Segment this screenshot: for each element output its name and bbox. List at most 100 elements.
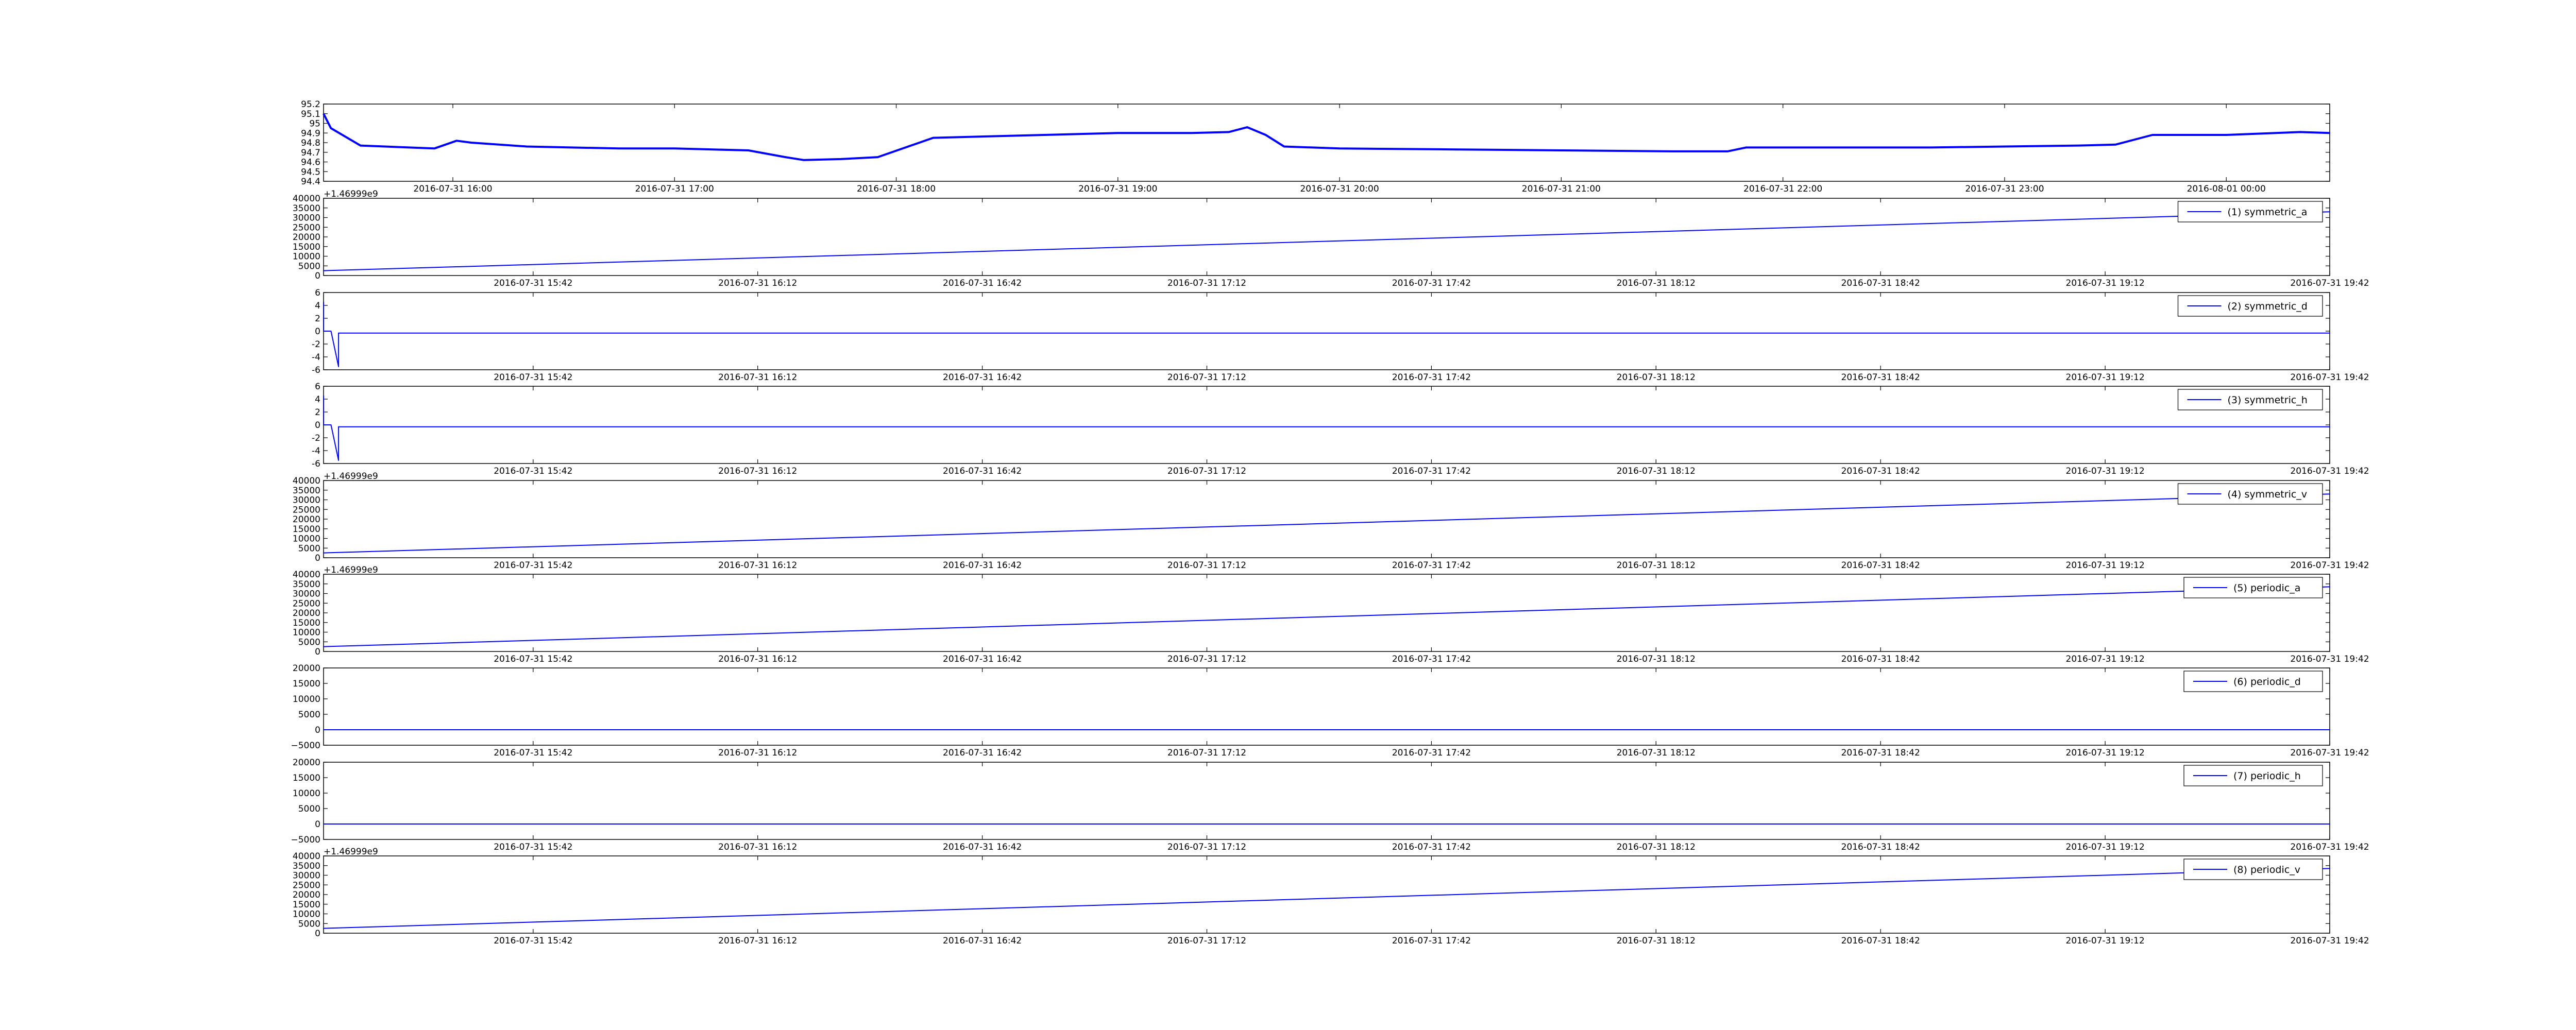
legend-label: (2) symmetric_d xyxy=(2228,301,2308,312)
series-line xyxy=(323,493,2330,554)
x-tick-label: 2016-07-31 16:12 xyxy=(718,560,797,571)
y-tick-label: 2 xyxy=(315,407,320,418)
x-tick-label: 2016-07-31 15:42 xyxy=(494,842,572,852)
legend: (8) periodic_v xyxy=(2183,859,2323,880)
x-tick-label: 2016-07-31 16:42 xyxy=(943,842,1022,852)
legend: (4) symmetric_v xyxy=(2177,483,2323,505)
x-tick-label: 2016-07-31 18:12 xyxy=(1617,466,1696,476)
y-tick-label: 4 xyxy=(315,394,320,405)
y-tick-label: 15000 xyxy=(293,618,320,628)
y-tick-label: 25000 xyxy=(293,505,320,515)
x-tick-label: 2016-07-31 17:12 xyxy=(1167,936,1246,946)
y-tick-label: 10000 xyxy=(293,788,320,799)
y-tick-label: 5000 xyxy=(298,710,320,720)
x-tick-label: 2016-07-31 18:42 xyxy=(1841,936,1920,946)
panel-9: 4000035000300002500020000150001000050000… xyxy=(293,847,2369,946)
legend-label: (8) periodic_v xyxy=(2233,864,2300,876)
x-tick-label: 2016-07-31 17:00 xyxy=(635,184,714,194)
y-tick-label: 94.8 xyxy=(301,138,320,148)
x-tick-label: 2016-07-31 16:12 xyxy=(718,842,797,852)
y-tick-label: 35000 xyxy=(293,861,320,871)
data-point xyxy=(2115,144,2116,145)
y-tick-label: 15000 xyxy=(293,242,320,252)
y-tick-label: 40000 xyxy=(293,476,320,486)
panel-7: 20000 15000 10000 5000 0 −5000 2016-07-31 15:4… xyxy=(291,663,2369,758)
data-point xyxy=(360,145,361,146)
panel-1: 95.295.19594.994.894.794.694.594.4 2016-0… xyxy=(301,99,2330,194)
y-tick-label: 35000 xyxy=(293,203,320,214)
legend-label: (6) periodic_d xyxy=(2233,676,2301,688)
data-point xyxy=(1450,149,1451,150)
y-tick-label: 25000 xyxy=(293,222,320,233)
offset-label: +1.46999e9 xyxy=(324,471,378,482)
x-tick-label: 2016-07-31 19:42 xyxy=(2290,936,2369,946)
y-tick-label: 20000 xyxy=(293,758,320,768)
y-tick-label: 25000 xyxy=(293,880,320,890)
data-point xyxy=(2151,134,2153,135)
y-tick-label: 30000 xyxy=(293,213,320,224)
x-tick-label: 2016-07-31 17:42 xyxy=(1392,842,1471,852)
data-point xyxy=(434,148,435,149)
series-line xyxy=(323,302,2330,367)
y-tick-label: 15000 xyxy=(293,773,320,783)
x-tick-label: 2016-07-31 15:42 xyxy=(494,936,572,946)
y-tick-label: -2 xyxy=(312,433,320,443)
data-point xyxy=(1117,132,1118,134)
y-tick-label: 94.9 xyxy=(301,128,320,139)
x-tick-label: 2016-07-31 17:12 xyxy=(1167,466,1246,476)
data-point xyxy=(785,157,786,158)
x-tick-label: 2016-07-31 19:12 xyxy=(2066,466,2145,476)
x-tick-label: 2016-07-31 17:42 xyxy=(1392,372,1471,383)
x-tick-label: 2016-07-31 15:42 xyxy=(494,654,572,664)
legend-label: (4) symmetric_v xyxy=(2228,489,2308,500)
data-point xyxy=(2299,131,2301,133)
data-point xyxy=(1265,134,1266,135)
x-tick-label: 2016-07-31 16:12 xyxy=(718,466,797,476)
data-point xyxy=(470,142,472,143)
y-tick-label: 0 xyxy=(315,327,320,337)
y-tick-label: 94.4 xyxy=(301,177,320,187)
x-tick-label: 2016-07-31 19:42 xyxy=(2290,654,2369,664)
x-tick-label: 2016-07-31 17:42 xyxy=(1392,936,1471,946)
x-tick-label: 2016-07-31 15:42 xyxy=(494,372,572,383)
x-tick-label: 2016-07-31 19:00 xyxy=(1078,184,1157,194)
x-tick-label: 2016-07-31 17:42 xyxy=(1392,654,1471,664)
y-tick-label: 0 xyxy=(315,819,320,830)
y-tick-label: 10000 xyxy=(293,909,320,920)
legend-label: (7) periodic_h xyxy=(2233,770,2301,782)
panel-4: 6 4 2 0 -2 -4 -6 2016-07-31 15:42 2016-07-31 16:… xyxy=(312,382,2369,476)
series-line xyxy=(323,113,2330,161)
y-tick-label: 20000 xyxy=(293,514,320,525)
x-tick-label: 2016-07-31 18:12 xyxy=(1617,560,1696,571)
legend: (3) symmetric_h xyxy=(2177,389,2323,410)
x-tick-label: 2016-07-31 17:42 xyxy=(1392,278,1471,288)
x-tick-label: 2016-07-31 17:12 xyxy=(1167,560,1246,571)
y-tick-label: 40000 xyxy=(293,851,320,862)
panel-6: 4000035000300002500020000150001000050000… xyxy=(293,565,2369,664)
axes-frame xyxy=(323,762,2330,840)
x-tick-label: 2016-07-31 16:42 xyxy=(943,466,1022,476)
data-point xyxy=(2078,145,2079,146)
x-tick-label: 2016-07-31 19:42 xyxy=(2290,278,2369,288)
data-point xyxy=(526,146,528,147)
legend-label: (1) symmetric_a xyxy=(2228,207,2308,218)
x-tick-label: 2016-07-31 18:42 xyxy=(1841,654,1920,664)
y-tick-label: 94.7 xyxy=(301,148,320,158)
y-tick-label: 10000 xyxy=(293,252,320,262)
x-tick-label: 2016-07-31 17:12 xyxy=(1167,654,1246,664)
x-tick-label: 2016-07-31 19:12 xyxy=(2066,654,2145,664)
x-tick-label: 2016-07-31 19:42 xyxy=(2290,466,2369,476)
y-tick-label: 0 xyxy=(315,725,320,735)
axes-frame xyxy=(323,292,2330,370)
x-tick-label: 2016-07-31 16:42 xyxy=(943,748,1022,758)
y-tick-label: 20000 xyxy=(293,608,320,619)
x-tick-label: 2016-07-31 15:42 xyxy=(494,748,572,758)
data-point xyxy=(1727,150,1728,152)
x-tick-label: 2016-08-01 00:00 xyxy=(2187,184,2266,194)
y-tick-label: 20000 xyxy=(293,232,320,243)
y-tick-label: 35000 xyxy=(293,486,320,496)
data-point xyxy=(1228,131,1229,133)
x-tick-label: 2016-07-31 18:12 xyxy=(1617,654,1696,664)
x-tick-label: 2016-07-31 19:12 xyxy=(2066,278,2145,288)
y-tick-label: 40000 xyxy=(293,194,320,204)
